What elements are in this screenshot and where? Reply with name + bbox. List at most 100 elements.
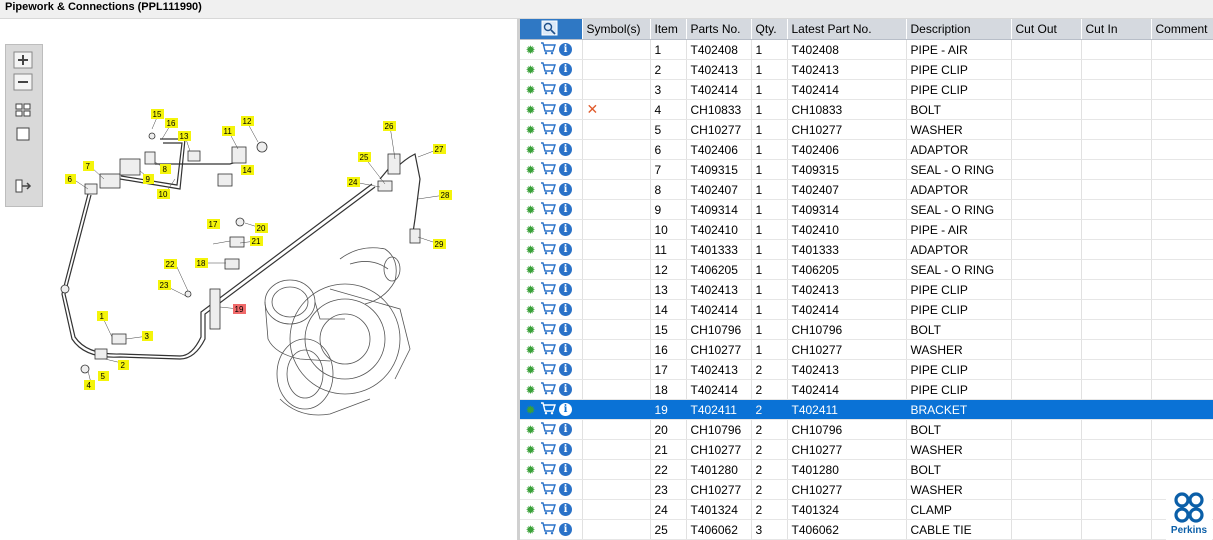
gear-icon[interactable]: ✹ xyxy=(524,183,537,197)
gear-icon[interactable]: ✹ xyxy=(524,323,537,337)
callout-18[interactable]: 18 xyxy=(195,258,208,268)
cart-icon[interactable] xyxy=(540,501,556,518)
callout-17[interactable]: 17 xyxy=(207,219,220,229)
gear-icon[interactable]: ✹ xyxy=(524,483,537,497)
table-row[interactable]: ✹ i 20 CH10796 2 CH10796 BOLT xyxy=(520,419,1213,440)
table-row[interactable]: ✹ i 8 T402407 1 T402407 ADAPTOR xyxy=(520,179,1213,200)
gear-icon[interactable]: ✹ xyxy=(524,443,537,457)
cart-icon[interactable] xyxy=(540,361,556,378)
gear-icon[interactable]: ✹ xyxy=(524,43,537,57)
cart-icon[interactable] xyxy=(540,301,556,318)
header-search-icon[interactable] xyxy=(520,19,583,40)
cart-icon[interactable] xyxy=(540,481,556,498)
table-row[interactable]: ✹ i 9 T409314 1 T409314 SEAL - O RING xyxy=(520,199,1213,220)
info-icon[interactable]: i xyxy=(559,203,572,216)
info-icon[interactable]: i xyxy=(559,43,572,56)
cart-icon[interactable] xyxy=(540,441,556,458)
callout-25[interactable]: 25 xyxy=(358,152,371,162)
exploded-diagram[interactable]: 1 2 3 4 5 6 7 8 9 10 11 12 13 14 15 16 1… xyxy=(0,19,517,540)
callout-28[interactable]: 28 xyxy=(439,190,452,200)
cart-icon[interactable] xyxy=(540,121,556,138)
cart-icon[interactable] xyxy=(540,241,556,258)
info-icon[interactable]: i xyxy=(559,243,572,256)
info-icon[interactable]: i xyxy=(559,183,572,196)
info-icon[interactable]: i xyxy=(559,83,572,96)
info-icon[interactable]: i xyxy=(559,443,572,456)
callout-26[interactable]: 26 xyxy=(383,121,396,131)
cart-icon[interactable] xyxy=(540,181,556,198)
callout-7[interactable]: 7 xyxy=(83,161,94,171)
gear-icon[interactable]: ✹ xyxy=(524,163,537,177)
cart-icon[interactable] xyxy=(540,141,556,158)
cart-icon[interactable] xyxy=(540,401,556,418)
gear-icon[interactable]: ✹ xyxy=(524,263,537,277)
cart-icon[interactable] xyxy=(540,101,556,118)
table-row[interactable]: ✹ i 19 T402411 2 T402411 BRACKET xyxy=(520,399,1213,420)
callout-10[interactable]: 10 xyxy=(157,189,170,199)
gear-icon[interactable]: ✹ xyxy=(524,363,537,377)
gear-icon[interactable]: ✹ xyxy=(524,523,537,537)
callout-24[interactable]: 24 xyxy=(347,177,360,187)
table-row[interactable]: ✹ i 17 T402413 2 T402413 PIPE CLIP xyxy=(520,359,1213,380)
cart-icon[interactable] xyxy=(540,381,556,398)
callout-9[interactable]: 9 xyxy=(143,174,154,184)
callout-1[interactable]: 1 xyxy=(97,311,108,321)
table-row[interactable]: ✹ i 1 T402408 1 T402408 PIPE - AIR xyxy=(520,39,1213,60)
info-icon[interactable]: i xyxy=(559,363,572,376)
callout-3[interactable]: 3 xyxy=(142,331,153,341)
fit-box-icon[interactable] xyxy=(13,125,33,143)
gear-icon[interactable]: ✹ xyxy=(524,503,537,517)
table-row[interactable]: ✹ i 21 CH10277 2 CH10277 WASHER xyxy=(520,439,1213,460)
table-row[interactable]: ✹ i 13 T402413 1 T402413 PIPE CLIP xyxy=(520,279,1213,300)
callout-23[interactable]: 23 xyxy=(158,280,171,290)
header-cut-in[interactable]: Cut In xyxy=(1081,19,1152,40)
cart-icon[interactable] xyxy=(540,81,556,98)
table-row[interactable]: ✹ i 25 T406062 3 T406062 CABLE TIE xyxy=(520,519,1213,540)
callout-19[interactable]: 19 xyxy=(233,304,246,314)
table-row[interactable]: ✹ i 24 T401324 2 T401324 CLAMP xyxy=(520,499,1213,520)
header-cut-out[interactable]: Cut Out xyxy=(1011,19,1082,40)
gear-icon[interactable]: ✹ xyxy=(524,283,537,297)
zoom-in-icon[interactable] xyxy=(13,51,33,69)
gear-icon[interactable]: ✹ xyxy=(524,303,537,317)
gear-icon[interactable]: ✹ xyxy=(524,63,537,77)
cart-icon[interactable] xyxy=(540,281,556,298)
info-icon[interactable]: i xyxy=(559,323,572,336)
callout-14[interactable]: 14 xyxy=(241,165,254,175)
table-row[interactable]: ✹ i 16 CH10277 1 CH10277 WASHER xyxy=(520,339,1213,360)
info-icon[interactable]: i xyxy=(559,403,572,416)
table-row[interactable]: ✹ i 3 T402414 1 T402414 PIPE CLIP xyxy=(520,79,1213,100)
info-icon[interactable]: i xyxy=(559,143,572,156)
gear-icon[interactable]: ✹ xyxy=(524,123,537,137)
table-row[interactable]: ✹ i 2 T402413 1 T402413 PIPE CLIP xyxy=(520,59,1213,80)
callout-4[interactable]: 4 xyxy=(84,380,95,390)
callout-13[interactable]: 13 xyxy=(178,131,191,141)
callout-20[interactable]: 20 xyxy=(255,223,268,233)
info-icon[interactable]: i xyxy=(559,223,572,236)
table-row[interactable]: ✹ i 11 T401333 1 T401333 ADAPTOR xyxy=(520,239,1213,260)
gear-icon[interactable]: ✹ xyxy=(524,143,537,157)
info-icon[interactable]: i xyxy=(559,463,572,476)
table-row[interactable]: ✹ i 14 T402414 1 T402414 PIPE CLIP xyxy=(520,299,1213,320)
table-row[interactable]: ✹ i 10 T402410 1 T402410 PIPE - AIR xyxy=(520,219,1213,240)
table-row[interactable]: ✹ i 7 T409315 1 T409315 SEAL - O RING xyxy=(520,159,1213,180)
cart-icon[interactable] xyxy=(540,41,556,58)
gear-icon[interactable]: ✹ xyxy=(524,383,537,397)
table-row[interactable]: ✹ i 22 T401280 2 T401280 BOLT xyxy=(520,459,1213,480)
gear-icon[interactable]: ✹ xyxy=(524,403,537,417)
gear-icon[interactable]: ✹ xyxy=(524,203,537,217)
cart-icon[interactable] xyxy=(540,61,556,78)
callout-22[interactable]: 22 xyxy=(164,259,177,269)
gear-icon[interactable]: ✹ xyxy=(524,243,537,257)
header-parts-no[interactable]: Parts No. xyxy=(686,19,752,40)
table-row[interactable]: ✹ i 5 CH10277 1 CH10277 WASHER xyxy=(520,119,1213,140)
header-latest-part-no[interactable]: Latest Part No. xyxy=(787,19,907,40)
header-item[interactable]: Item xyxy=(650,19,687,40)
table-row[interactable]: ✹ i 15 CH10796 1 CH10796 BOLT xyxy=(520,319,1213,340)
callout-11[interactable]: 11 xyxy=(222,126,235,136)
cart-icon[interactable] xyxy=(540,461,556,478)
gear-icon[interactable]: ✹ xyxy=(524,463,537,477)
callout-15[interactable]: 15 xyxy=(151,109,164,119)
callout-8[interactable]: 8 xyxy=(160,164,171,174)
zoom-out-icon[interactable] xyxy=(13,73,33,91)
